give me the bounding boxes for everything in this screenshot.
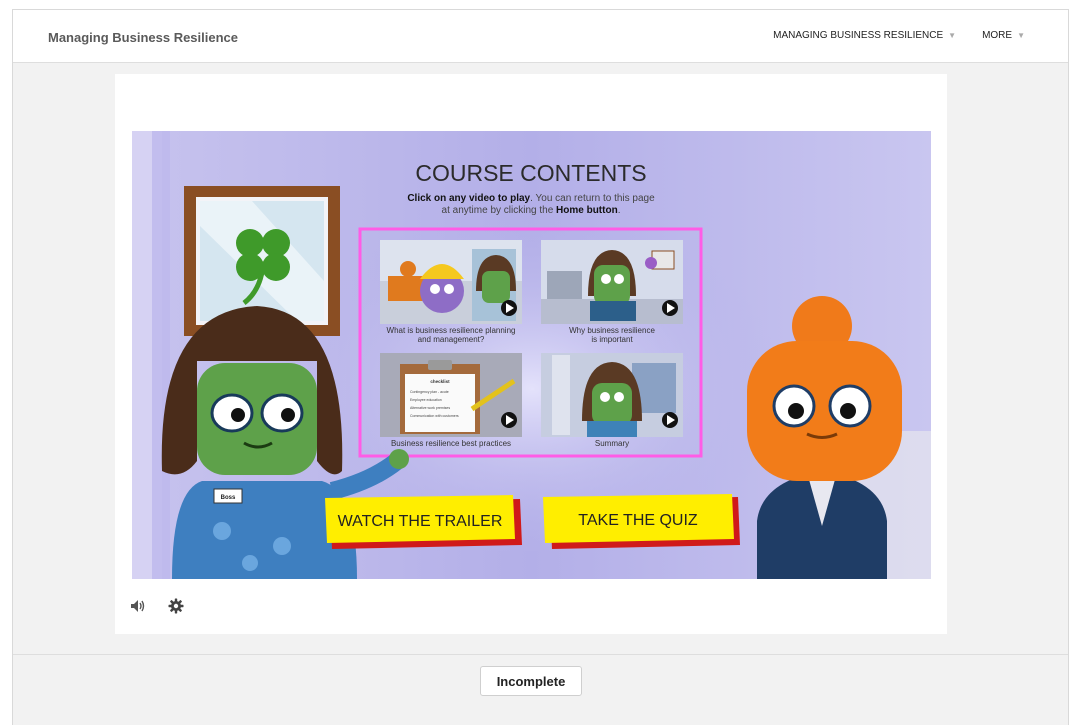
- svg-text:checklist: checklist: [430, 379, 450, 384]
- nav-item-more[interactable]: MORE ▼: [982, 30, 1025, 41]
- video-player[interactable]: COURSE CONTENTS Click on any video to pl…: [132, 131, 931, 579]
- player-controls: [128, 596, 186, 616]
- content-card: COURSE CONTENTS Click on any video to pl…: [115, 74, 947, 634]
- svg-text:Contingency plan - acute: Contingency plan - acute: [410, 390, 449, 394]
- slide-instruction-line2: at anytime by clicking the Home button.: [442, 205, 621, 216]
- video-caption-4: Summary: [595, 439, 629, 448]
- video-thumb-2[interactable]: [541, 240, 683, 324]
- course-frame: Managing Business Resilience MANAGING BU…: [12, 9, 1069, 725]
- gear-icon[interactable]: [166, 596, 186, 616]
- top-nav: MANAGING BUSINESS RESILIENCE ▼ MORE ▼: [773, 30, 1025, 41]
- take-quiz-button[interactable]: TAKE THE QUIZ: [543, 494, 740, 549]
- video-thumb-1[interactable]: [380, 240, 522, 324]
- completion-status-button[interactable]: Incomplete: [480, 666, 582, 696]
- top-bar: Managing Business Resilience MANAGING BU…: [13, 10, 1068, 63]
- svg-text:WATCH THE TRAILER: WATCH THE TRAILER: [338, 513, 503, 530]
- slide-heading: COURSE CONTENTS: [415, 160, 646, 186]
- video-thumb-4[interactable]: [541, 353, 683, 437]
- slide-canvas: COURSE CONTENTS Click on any video to pl…: [132, 131, 931, 579]
- watch-trailer-button[interactable]: WATCH THE TRAILER: [325, 495, 522, 549]
- volume-icon[interactable]: [128, 596, 148, 616]
- svg-text:Alternative work premises: Alternative work premises: [410, 406, 450, 410]
- video-caption-2b: is important: [591, 335, 633, 344]
- slide-instruction-line1: Click on any video to play. You can retu…: [407, 193, 655, 204]
- chevron-down-icon: ▼: [948, 31, 957, 40]
- nav-label: MANAGING BUSINESS RESILIENCE: [773, 30, 944, 41]
- svg-text:TAKE THE QUIZ: TAKE THE QUIZ: [578, 512, 698, 529]
- video-thumb-3[interactable]: checklist Contingency plan - acute Emplo…: [380, 353, 522, 437]
- svg-text:Employee education: Employee education: [410, 398, 442, 402]
- video-caption-2a: Why business resilience: [569, 326, 655, 335]
- chevron-down-icon: ▼: [1017, 31, 1025, 40]
- boss-badge: Boss: [221, 495, 236, 501]
- video-caption-1a: What is business resilience planning: [387, 326, 516, 335]
- footer-bar: Incomplete: [13, 654, 1068, 725]
- video-caption-3: Business resilience best practices: [391, 439, 511, 448]
- video-caption-1b: and management?: [418, 335, 485, 344]
- course-title: Managing Business Resilience: [48, 30, 239, 45]
- svg-text:Communication with customers: Communication with customers: [410, 414, 459, 418]
- nav-label: MORE: [982, 30, 1013, 41]
- nav-item-managing-business-resilience[interactable]: MANAGING BUSINESS RESILIENCE ▼: [773, 30, 956, 41]
